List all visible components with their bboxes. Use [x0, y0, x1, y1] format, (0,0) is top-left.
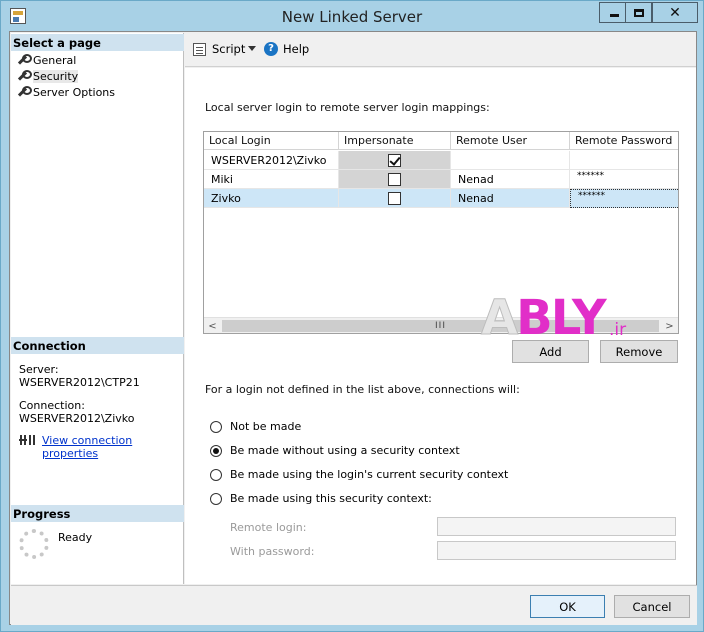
connection-label: Connection:	[19, 399, 85, 412]
remote-user-cell[interactable]: Nenad	[451, 170, 570, 189]
watermark-logo: ABLY .ir	[480, 286, 641, 347]
view-connection-properties-link[interactable]: View connection properties	[42, 434, 183, 460]
server-label: Server:	[19, 363, 59, 376]
remove-button[interactable]: Remove	[600, 340, 678, 363]
with-password-label: With password:	[230, 545, 315, 558]
connection-properties-icon	[19, 433, 35, 447]
radio-label: Not be made	[230, 420, 302, 433]
table-row-selected[interactable]: Zivko Nenad ******	[204, 189, 678, 208]
radio-label: Be made without using a security context	[230, 444, 460, 457]
script-button[interactable]: Script	[193, 42, 245, 56]
table-row[interactable]: Miki Nenad ******	[204, 170, 678, 189]
connection-value: WSERVER2012\Zivko	[19, 412, 135, 425]
left-pane: Select a page General Security Server Op…	[11, 33, 184, 584]
remote-login-input	[437, 517, 676, 536]
dialog-footer: OK Cancel	[11, 585, 697, 625]
toolbar: Script ? Help	[185, 33, 696, 67]
radio-icon[interactable]	[210, 468, 222, 481]
wrench-icon	[16, 54, 32, 66]
remote-user-cell[interactable]: Nenad	[451, 189, 570, 208]
scroll-right-icon[interactable]: >	[661, 318, 678, 333]
remote-password-cell[interactable]	[570, 151, 678, 170]
radio-without-security-context[interactable]: Be made without using a security context	[210, 444, 460, 457]
add-button[interactable]: Add	[512, 340, 589, 363]
not-defined-label: For a login not defined in the list abov…	[205, 383, 520, 396]
security-page: Local server login to remote server logi…	[185, 68, 696, 584]
radio-current-security-context[interactable]: Be made using the login's current securi…	[210, 468, 508, 481]
local-login-cell[interactable]: Zivko	[204, 189, 339, 208]
help-label: Help	[283, 42, 310, 56]
script-dropdown-button[interactable]	[248, 46, 256, 51]
impersonate-cell[interactable]	[339, 189, 451, 208]
remote-login-label: Remote login:	[230, 521, 307, 534]
progress-status: Ready	[58, 531, 93, 544]
column-header-remote-password[interactable]: Remote Password	[570, 132, 678, 150]
script-icon	[193, 42, 206, 56]
local-login-cell[interactable]: WSERVER2012\Zivko	[204, 151, 339, 170]
nav-item-label: Server Options	[33, 85, 116, 99]
impersonate-checkbox[interactable]	[388, 191, 401, 205]
remote-user-cell[interactable]	[451, 151, 570, 170]
nav-item-label: General	[33, 53, 77, 67]
table-row[interactable]: WSERVER2012\Zivko	[204, 151, 678, 170]
cancel-button[interactable]: Cancel	[614, 595, 690, 618]
impersonate-checkbox[interactable]	[388, 172, 401, 186]
server-value: WSERVER2012\CTP21	[19, 376, 140, 389]
local-login-cell[interactable]: Miki	[204, 170, 339, 189]
minimize-icon	[609, 13, 619, 17]
radio-icon[interactable]	[210, 492, 222, 505]
close-icon: ✕	[669, 4, 681, 21]
script-label: Script	[212, 42, 246, 56]
remote-password-cell[interactable]: ******	[570, 189, 678, 208]
window-title: New Linked Server	[281, 8, 423, 26]
connection-header: Connection	[11, 337, 184, 354]
remote-password-cell[interactable]: ******	[570, 170, 678, 189]
radio-icon[interactable]	[210, 420, 222, 433]
ok-button[interactable]: OK	[530, 595, 605, 618]
progress-header: Progress	[11, 505, 184, 522]
nav-item-security[interactable]: Security	[16, 68, 79, 84]
watermark-letter-a: A	[480, 290, 518, 347]
help-button[interactable]: ? Help	[264, 42, 309, 56]
progress-spinner-icon	[19, 529, 49, 559]
radio-this-security-context[interactable]: Be made using this security context:	[210, 492, 432, 505]
radio-label: Be made using the login's current securi…	[230, 468, 509, 481]
nav-item-server-options[interactable]: Server Options	[16, 84, 115, 100]
watermark-suffix: .ir	[609, 320, 627, 340]
wrench-icon	[16, 86, 32, 98]
scroll-left-icon[interactable]: <	[204, 318, 221, 333]
impersonate-checkbox[interactable]	[388, 153, 401, 167]
help-icon: ?	[264, 42, 278, 56]
chevron-down-icon	[248, 46, 256, 51]
close-button[interactable]: ✕	[652, 2, 698, 23]
column-header-impersonate[interactable]: Impersonate	[339, 132, 451, 150]
title-bar[interactable]: New Linked Server ✕	[1, 1, 703, 31]
nav-item-general[interactable]: General	[16, 52, 76, 68]
mappings-label: Local server login to remote server logi…	[205, 101, 490, 114]
impersonate-cell[interactable]	[339, 170, 451, 189]
wrench-icon	[16, 70, 32, 82]
column-header-remote-user[interactable]: Remote User	[451, 132, 570, 150]
select-page-header: Select a page	[11, 34, 184, 51]
impersonate-cell[interactable]	[339, 151, 451, 170]
radio-label: Be made using this security context:	[230, 492, 432, 505]
nav-item-label: Security	[33, 69, 79, 83]
maximize-button[interactable]	[625, 2, 652, 23]
grid-header: Local Login Impersonate Remote User Remo…	[204, 132, 678, 150]
radio-not-be-made[interactable]: Not be made	[210, 420, 301, 433]
dialog-client-area: Select a page General Security Server Op…	[9, 31, 697, 625]
watermark-text: BLY	[516, 290, 606, 346]
maximize-icon	[633, 8, 644, 17]
column-header-local-login[interactable]: Local Login	[204, 132, 339, 150]
with-password-input	[437, 541, 676, 560]
radio-selected-icon[interactable]	[210, 444, 222, 457]
new-linked-server-dialog: New Linked Server ✕ Select a page Genera…	[0, 0, 704, 632]
